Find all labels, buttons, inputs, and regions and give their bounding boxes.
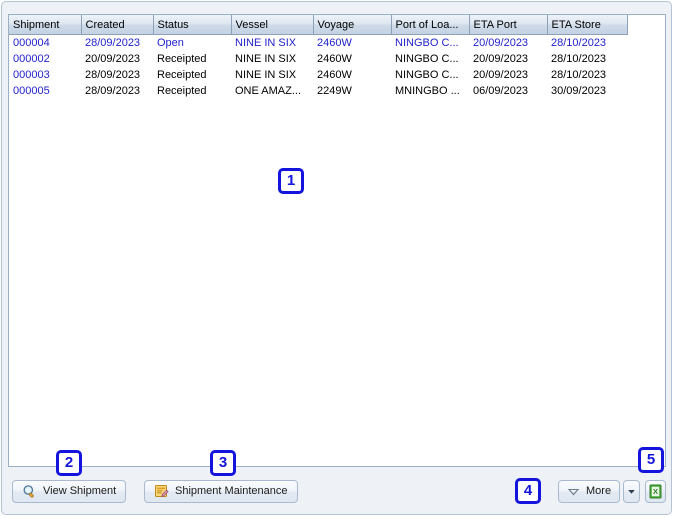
cell-etaport: 06/09/2023 [469,83,547,99]
cell-filler [627,51,665,67]
cell-created: 28/09/2023 [81,83,153,99]
cell-voyage: 2460W [313,51,391,67]
column-header-etastore[interactable]: ETA Store [547,15,627,35]
cell-port: MNINGBO ... [391,83,469,99]
grid-body: 00000428/09/2023OpenNINE IN SIX2460WNING… [9,35,665,100]
cell-voyage: 2249W [313,83,391,99]
excel-export-button[interactable]: X [645,480,666,503]
cell-status: Receipted [153,51,231,67]
cell-status: Open [153,35,231,52]
column-header-filler[interactable] [627,15,665,35]
cell-filler [627,35,665,52]
grid-header: ShipmentCreatedStatusVesselVoyagePort of… [9,15,665,35]
cell-etastore: 28/10/2023 [547,51,627,67]
cell-filler [627,67,665,83]
cell-port: NINGBO C... [391,51,469,67]
cell-etaport: 20/09/2023 [469,51,547,67]
cell-etaport: 20/09/2023 [469,35,547,52]
excel-export-icon: X [648,484,663,499]
cell-shipment: 000002 [9,51,81,67]
column-header-port[interactable]: Port of Loa... [391,15,469,35]
shipment-grid: ShipmentCreatedStatusVesselVoyagePort of… [9,15,665,99]
annotation-badge-1: 1 [278,168,304,194]
caret-down-icon [627,487,636,496]
form-edit-icon [154,484,169,499]
table-row[interactable]: 00000328/09/2023ReceiptedNINE IN SIX2460… [9,67,665,83]
annotation-badge-4: 4 [515,478,541,504]
cell-vessel: NINE IN SIX [231,35,313,52]
table-row[interactable]: 00000528/09/2023ReceiptedONE AMAZ...2249… [9,83,665,99]
more-button[interactable]: More [558,480,620,503]
cell-vessel: NINE IN SIX [231,67,313,83]
bottom-toolbar: View Shipment Shipment Maintenance M [8,474,666,509]
grid-header-row: ShipmentCreatedStatusVesselVoyagePort of… [9,15,665,35]
cell-voyage: 2460W [313,35,391,52]
table-row[interactable]: 00000220/09/2023ReceiptedNINE IN SIX2460… [9,51,665,67]
shipment-list-window: ShipmentCreatedStatusVesselVoyagePort of… [1,1,672,515]
shipment-maintenance-label: Shipment Maintenance [175,486,288,497]
cell-etastore: 28/10/2023 [547,35,627,52]
cell-filler [627,83,665,99]
cell-etastore: 28/10/2023 [547,67,627,83]
more-label: More [586,486,611,497]
column-header-shipment[interactable]: Shipment [9,15,81,35]
cell-status: Receipted [153,67,231,83]
cell-shipment: 000004 [9,35,81,52]
cell-vessel: NINE IN SIX [231,51,313,67]
more-dropdown-button[interactable] [623,480,640,503]
view-shipment-button[interactable]: View Shipment [12,480,126,503]
annotation-badge-2: 2 [56,450,82,476]
column-header-status[interactable]: Status [153,15,231,35]
column-header-etaport[interactable]: ETA Port [469,15,547,35]
cell-shipment: 000003 [9,67,81,83]
svg-text:X: X [653,487,658,496]
cell-port: NINGBO C... [391,67,469,83]
column-header-voyage[interactable]: Voyage [313,15,391,35]
cell-shipment: 000005 [9,83,81,99]
cell-port: NINGBO C... [391,35,469,52]
cell-etastore: 30/09/2023 [547,83,627,99]
cell-vessel: ONE AMAZ... [231,83,313,99]
triangle-down-icon [567,485,580,498]
view-shipment-label: View Shipment [43,486,116,497]
column-header-vessel[interactable]: Vessel [231,15,313,35]
annotation-badge-3: 3 [210,450,236,476]
cell-etaport: 20/09/2023 [469,67,547,83]
annotation-badge-5: 5 [638,447,664,473]
column-header-created[interactable]: Created [81,15,153,35]
table-row[interactable]: 00000428/09/2023OpenNINE IN SIX2460WNING… [9,35,665,52]
magnifier-icon [22,484,37,499]
cell-created: 20/09/2023 [81,51,153,67]
cell-voyage: 2460W [313,67,391,83]
cell-created: 28/09/2023 [81,35,153,52]
cell-status: Receipted [153,83,231,99]
cell-created: 28/09/2023 [81,67,153,83]
shipment-grid-container[interactable]: ShipmentCreatedStatusVesselVoyagePort of… [8,14,666,467]
shipment-maintenance-button[interactable]: Shipment Maintenance [144,480,298,503]
